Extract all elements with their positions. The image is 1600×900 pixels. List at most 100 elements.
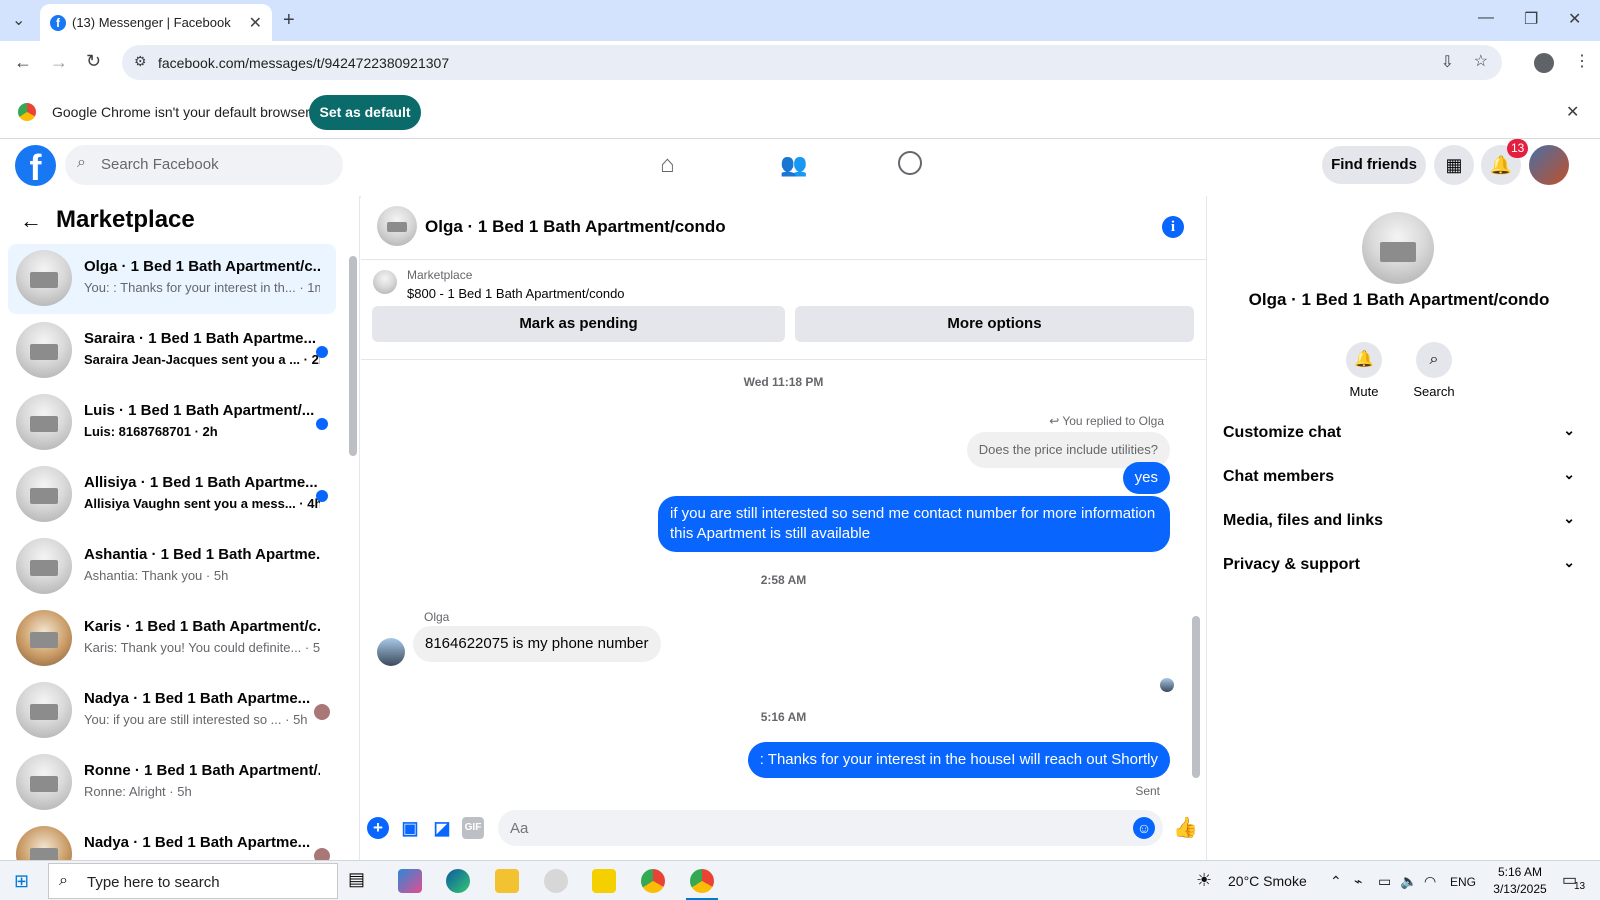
emoji-icon[interactable]: ☺ [1133, 817, 1155, 839]
network-icon[interactable]: ⌁ [1354, 873, 1362, 890]
site-info-icon[interactable]: ⚙ [134, 53, 147, 70]
conversation-name: Karis · 1 Bed 1 Bath Apartment/c... [84, 618, 320, 635]
conversation-item[interactable]: Olga · 1 Bed 1 Bath Apartment/c... You: :… [8, 244, 336, 314]
details-name: Olga · 1 Bed 1 Bath Apartment/condo [1248, 290, 1550, 309]
mark-as-pending-button[interactable]: Mark as pending [372, 306, 785, 342]
section-label: Chat members [1223, 468, 1335, 485]
back-icon[interactable]: ← [14, 52, 32, 73]
close-window-icon[interactable]: ✕ [1568, 9, 1581, 29]
show-hidden-icons-icon[interactable]: ⌃ [1330, 873, 1342, 890]
message-bubble-outgoing[interactable]: yes [1122, 462, 1170, 494]
browser-toolbar: ← → ↻ ⚙ facebook.com/messages/t/94247223… [0, 41, 1600, 86]
back-arrow-icon[interactable]: ← [20, 208, 42, 234]
battery-icon[interactable]: ▭ [1378, 873, 1391, 890]
facebook-search-input[interactable]: ⌕ Search Facebook [65, 145, 343, 185]
new-tab-icon[interactable]: + [283, 9, 295, 32]
home-icon[interactable]: ⌂ [660, 151, 675, 179]
account-avatar[interactable] [1529, 145, 1569, 185]
minimize-icon[interactable]: — [1478, 9, 1494, 27]
sticky-notes-icon[interactable] [592, 869, 616, 893]
conversation-name: Saraira · 1 Bed 1 Bath Apartme... [84, 330, 317, 347]
add-more-icon[interactable]: + [367, 817, 389, 839]
address-bar[interactable]: ⚙ facebook.com/messages/t/94247223809213… [122, 45, 1502, 80]
profile-icon[interactable] [1534, 53, 1554, 73]
set-as-default-button[interactable]: Set as default [309, 95, 421, 130]
language-indicator[interactable]: ENG [1450, 875, 1476, 889]
forward-icon[interactable]: → [50, 52, 68, 73]
message-bubble-outgoing[interactable]: if you are still interested so send me c… [658, 496, 1170, 552]
clock-date[interactable]: 3/13/2025 [1486, 882, 1554, 896]
friends-icon[interactable]: 👥 [780, 152, 807, 178]
search-in-chat-button[interactable]: ⌕ Search [1399, 342, 1469, 399]
find-friends-button[interactable]: Find friends [1322, 146, 1426, 184]
conversation-item[interactable]: Allisiya · 1 Bed 1 Bath Apartme... Allisi… [8, 460, 336, 530]
conversation-item[interactable]: Karis · 1 Bed 1 Bath Apartment/c... Karis… [8, 604, 336, 674]
edge-icon[interactable] [446, 869, 470, 893]
menu-grid-icon[interactable]: ▦ [1434, 145, 1474, 185]
chat-scrollbar[interactable] [1192, 616, 1200, 778]
paint-icon[interactable] [544, 869, 568, 893]
volume-icon[interactable]: 🔈 [1400, 873, 1417, 890]
chat-avatar[interactable] [377, 206, 417, 246]
message-line: this Apartment is still available [670, 525, 871, 542]
mute-button[interactable]: 🔔 Mute [1329, 342, 1399, 399]
chrome-active-taskbar-icon[interactable] [690, 869, 714, 893]
message-input[interactable] [498, 810, 1163, 846]
info-icon[interactable]: i [1162, 216, 1184, 238]
facebook-logo-icon[interactable]: f [15, 145, 56, 188]
conversation-item[interactable]: Ronne · 1 Bed 1 Bath Apartment/... Ronne:… [8, 748, 336, 818]
reload-icon[interactable]: ↻ [86, 51, 101, 72]
conversation-item[interactable]: Saraira · 1 Bed 1 Bath Apartme... Saraira… [8, 316, 336, 386]
reply-indicator: ↩ You replied to Olga [1049, 414, 1164, 428]
weather-icon[interactable]: ☀ [1196, 870, 1212, 891]
sender-avatar[interactable] [377, 638, 405, 666]
search-icon: ⌕ [1416, 342, 1452, 378]
message-bubble-outgoing[interactable]: : Thanks for your interest in the houseI… [747, 742, 1170, 778]
file-explorer-icon[interactable] [495, 869, 519, 893]
privacy-support-section[interactable]: Privacy & support ⌄ [1223, 544, 1575, 588]
more-options-button[interactable]: More options [795, 306, 1194, 342]
bell-icon: 🔔 [1346, 342, 1382, 378]
install-app-icon[interactable]: ⇩ [1441, 52, 1454, 72]
taskbar-search-input[interactable]: ⌕ Type here to search [48, 863, 338, 899]
clock-time[interactable]: 5:16 AM [1492, 865, 1548, 879]
close-infobar-icon[interactable]: ✕ [1566, 102, 1579, 122]
message-bubble-incoming[interactable]: 8164622075 is my phone number [413, 626, 661, 662]
wifi-icon[interactable]: ◠ [1424, 873, 1436, 890]
notification-badge: 13 [1507, 139, 1529, 158]
chrome-taskbar-icon[interactable] [641, 869, 665, 893]
conversation-list-scrollbar[interactable] [349, 256, 357, 456]
attach-photo-icon[interactable]: ▣ [399, 817, 421, 839]
task-view-icon[interactable]: ▤ [348, 869, 372, 893]
conversation-preview: Ashantia: Thank you · 5h [84, 568, 229, 583]
windows-start-icon[interactable]: ⊞ [14, 871, 29, 892]
conversation-item[interactable]: Ashantia · 1 Bed 1 Bath Apartme... Ashant… [8, 532, 336, 602]
gif-icon[interactable]: GIF [462, 817, 484, 839]
conversation-thumbnail [16, 682, 72, 738]
weather-text[interactable]: 20°C Smoke [1228, 873, 1307, 889]
chat-title[interactable]: Olga · 1 Bed 1 Bath Apartment/condo [425, 217, 726, 237]
copilot-icon[interactable] [398, 869, 422, 893]
details-avatar[interactable] [1362, 212, 1434, 284]
groups-icon[interactable] [898, 151, 922, 175]
chat-members-section[interactable]: Chat members ⌄ [1223, 456, 1575, 500]
browser-tab[interactable]: f (13) Messenger | Facebook ✕ [40, 4, 272, 41]
close-tab-icon[interactable]: ✕ [249, 13, 262, 33]
media-files-links-section[interactable]: Media, files and links ⌄ [1223, 500, 1575, 544]
tab-search-icon[interactable]: ⌄ [12, 10, 25, 30]
conversation-item[interactable]: Nadya · 1 Bed 1 Bath Apartme... [8, 820, 336, 860]
bookmark-star-icon[interactable]: ☆ [1474, 51, 1488, 71]
menu-kebab-icon[interactable]: ⋮ [1574, 51, 1590, 71]
seen-avatar [314, 704, 330, 720]
listing-title[interactable]: $800 - 1 Bed 1 Bath Apartment/condo [407, 286, 625, 301]
conversation-item[interactable]: Nadya · 1 Bed 1 Bath Apartme... You: if y… [8, 676, 336, 746]
customize-chat-section[interactable]: Customize chat ⌄ [1223, 412, 1575, 456]
conversation-preview: Luis: 8168768701 · 2h [84, 424, 218, 439]
sticker-icon[interactable]: ◪ [431, 817, 453, 839]
reply-icon: ↩ [1049, 414, 1063, 428]
restore-icon[interactable]: ❐ [1524, 9, 1538, 29]
listing-thumbnail[interactable] [373, 270, 397, 294]
conversation-item[interactable]: Luis · 1 Bed 1 Bath Apartment/... Luis: 8… [8, 388, 336, 458]
thumbs-up-icon[interactable]: 👍 [1173, 817, 1198, 839]
section-label: Customize chat [1223, 424, 1342, 441]
